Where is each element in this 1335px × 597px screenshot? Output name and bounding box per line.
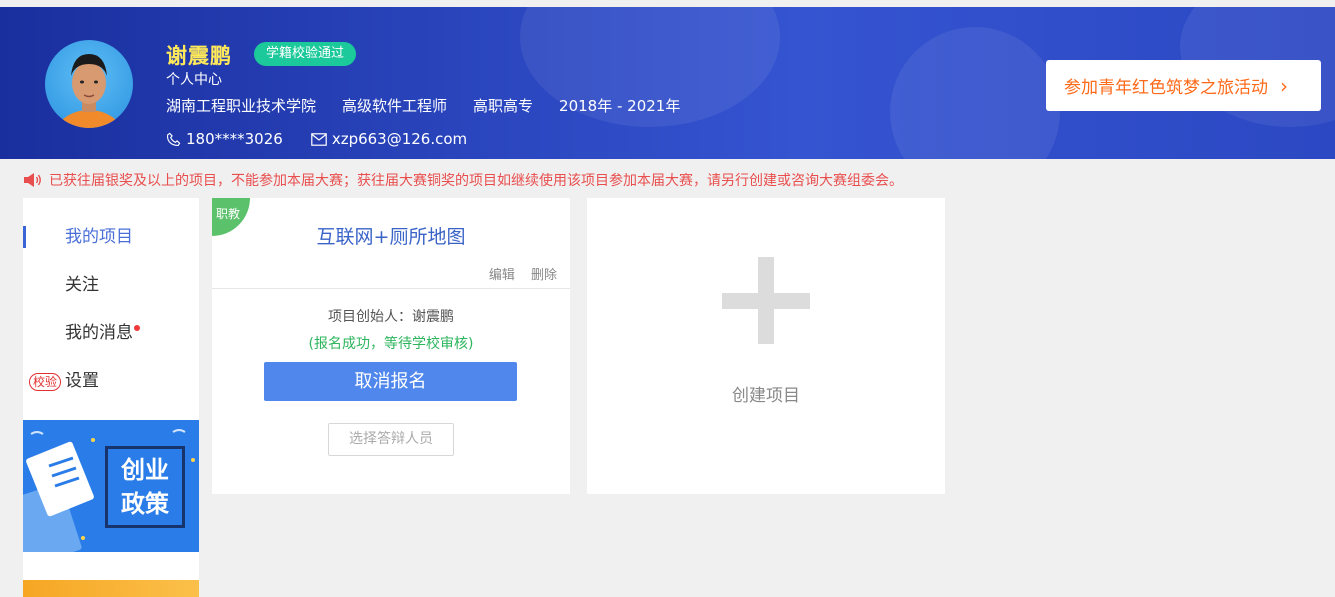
unread-dot (134, 325, 140, 331)
notice-bar: 已获往届银奖及以上的项目，不能参加本届大赛；获往届大赛铜奖的项目如继续使用该项目… (23, 170, 903, 190)
avatar (45, 40, 133, 128)
sidebar-item-label: 我的消息 (65, 323, 133, 343)
verify-tag: 校验 (29, 373, 62, 391)
top-strip (0, 0, 1335, 7)
project-actions: 编辑 删除 (477, 264, 557, 283)
phone-contact: 180****3026 (166, 130, 283, 148)
contact-info: 180****3026 xzp663@126.com (166, 130, 495, 148)
phone-icon (166, 132, 181, 146)
edit-link[interactable]: 编辑 (489, 268, 515, 283)
join-activity-button[interactable]: 参加青年红色筑梦之旅活动 › (1046, 60, 1321, 111)
card-divider (212, 288, 570, 289)
sidebar: 我的项目 关注 我的消息 校验 设置 创业 政策 (23, 198, 199, 597)
sidebar-item-messages[interactable]: 我的消息 (23, 318, 199, 348)
startup-policy-banner[interactable]: 创业 政策 (23, 420, 199, 552)
megaphone-icon (24, 173, 41, 187)
create-project-card[interactable]: 创建项目 (587, 198, 945, 494)
cancel-registration-button[interactable]: 取消报名 (264, 362, 517, 401)
category-tag: 职教 (216, 207, 241, 221)
phone-number: 180****3026 (186, 130, 283, 148)
project-title[interactable]: 互联网+厕所地图 (212, 222, 570, 249)
mail-icon (311, 132, 327, 146)
delete-link[interactable]: 删除 (531, 268, 557, 283)
page-subtitle: 个人中心 (166, 72, 222, 88)
sidebar-item-settings[interactable]: 校验 设置 (23, 366, 199, 396)
sidebar-item-label: 关注 (65, 275, 99, 295)
study-period: 2018年 - 2021年 (559, 97, 681, 115)
chevron-right-icon: › (1280, 73, 1288, 98)
create-project-label: 创建项目 (732, 386, 800, 406)
sidebar-item-follow[interactable]: 关注 (23, 270, 199, 300)
banner-title-line: 创业 (121, 456, 169, 484)
email-contact: xzp663@126.com (311, 130, 467, 148)
banner-title: 创业 政策 (105, 446, 185, 528)
project-creator: 项目创始人：谢震鹏 (328, 309, 454, 325)
join-activity-label: 参加青年红色筑梦之旅活动 (1064, 78, 1268, 98)
choose-defenders-button[interactable]: 选择答辩人员 (328, 423, 454, 456)
sidebar-item-my-projects[interactable]: 我的项目 (23, 222, 199, 252)
email-address: xzp663@126.com (331, 130, 468, 148)
sidebar-item-label: 设置 (65, 371, 99, 391)
sidebar-item-label: 我的项目 (65, 227, 133, 247)
banner-title-line: 政策 (121, 490, 169, 518)
education-level: 高职高专 (473, 97, 534, 115)
header-decoration (890, 27, 1060, 159)
profile-info: 湖南工程职业技术学院 高级软件工程师 高职高专 2018年 - 2021年 (166, 95, 706, 116)
plus-icon (722, 293, 810, 309)
user-name: 谢震鹏 (166, 44, 232, 68)
major-name: 高级软件工程师 (342, 97, 448, 115)
secondary-banner[interactable] (23, 580, 199, 597)
notice-text: 已获往届银奖及以上的项目，不能参加本届大赛；获往届大赛铜奖的项目如继续使用该项目… (49, 173, 903, 189)
verification-badge: 学籍校验通过 (254, 42, 357, 66)
profile-header: 谢震鹏 学籍校验通过 个人中心 湖南工程职业技术学院 高级软件工程师 高职高专 … (0, 7, 1335, 159)
project-card: 职教 互联网+厕所地图 编辑 删除 项目创始人：谢震鹏 (报名成功，等待学校审核… (212, 198, 570, 494)
registration-status: (报名成功，等待学校审核) (308, 336, 474, 352)
school-name: 湖南工程职业技术学院 (166, 97, 317, 115)
